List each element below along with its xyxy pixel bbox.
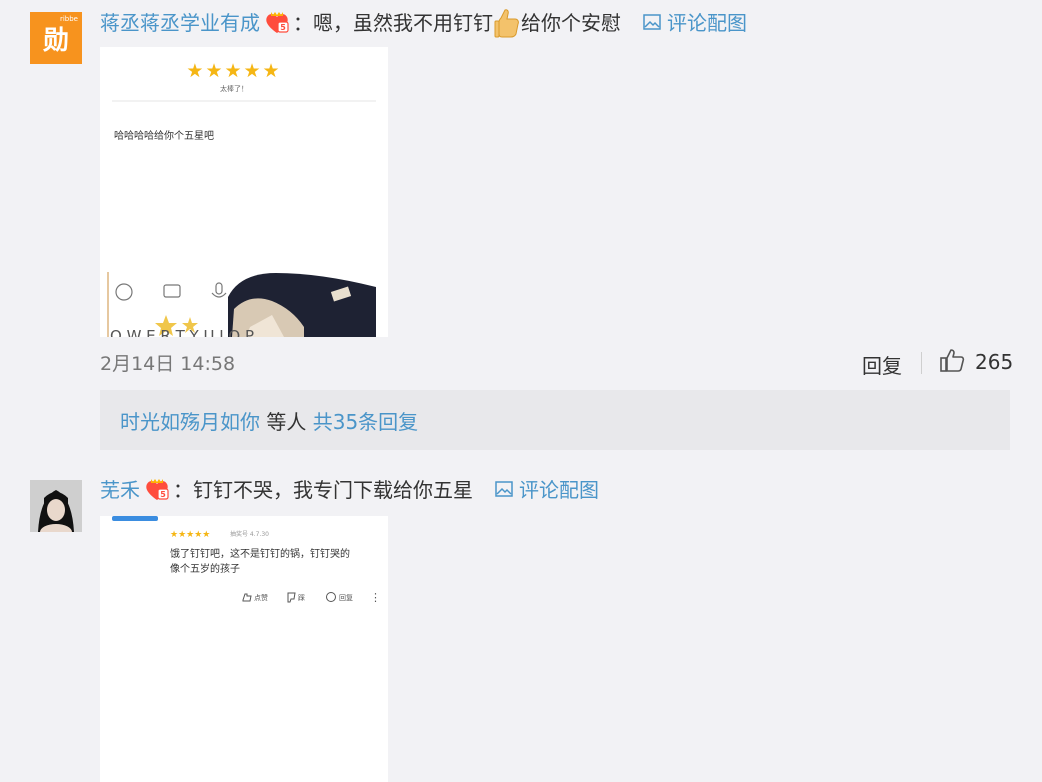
- comment-attached-image[interactable]: ★★★★★ 太棒了！ 哈哈哈哈给你个五星吧 Q W E R T Y U I O …: [100, 47, 388, 337]
- image-keyboard-row: Q W E R T Y U I O P: [110, 327, 254, 337]
- comment-header: 芜禾 5 ：钉钉不哭，我专门下载给你五星 评论配图: [100, 476, 599, 504]
- avatar-tiny-text: ribbe: [59, 15, 78, 23]
- image-review-text: 哈哈哈哈给你个五星吧: [114, 129, 214, 142]
- svg-text:5: 5: [160, 490, 166, 499]
- comment-text: ：嗯，虽然我不用钉钉: [293, 11, 493, 35]
- image-review-line2: 像个五岁的孩子: [170, 562, 240, 575]
- avatar[interactable]: 勋 ribbe: [30, 12, 82, 64]
- like-count: 265: [975, 350, 1014, 374]
- comment-image-link[interactable]: 评论配图: [495, 477, 599, 503]
- image-stars: ★★★★★: [186, 60, 281, 82]
- picture-icon: [643, 10, 661, 36]
- vip-heart-badge-icon: 5: [263, 9, 291, 37]
- comment-header: 蒋丞蒋丞学业有成 5 ：嗯，虽然我不用钉钉 给你个安慰 评论配图: [100, 8, 747, 38]
- comment-image-link-label: 评论配图: [667, 11, 747, 35]
- like-button[interactable]: 265: [939, 348, 1013, 376]
- comment-image-link-label: 评论配图: [519, 478, 599, 502]
- image-review-meta: 抽奖号 4.7.30: [230, 530, 269, 538]
- image-more: ⋮: [370, 591, 381, 604]
- comment-text-tail: 给你个安慰: [521, 11, 621, 35]
- comment-attached-image[interactable]: ★★★★★ 抽奖号 4.7.30 饿了钉钉吧，这不是钉钉的锅，钉钉哭的 像个五岁…: [100, 516, 388, 782]
- picture-icon: [495, 477, 513, 503]
- vip-heart-badge-icon: 5: [143, 476, 171, 504]
- avatar[interactable]: [30, 480, 82, 532]
- meta-divider: [921, 352, 922, 374]
- replies-middle-text: 等人: [260, 409, 313, 434]
- thumbs-up-emoji-icon: [494, 8, 520, 38]
- thumbs-up-icon: [939, 348, 965, 376]
- comment-timestamp: 2月14日 14:58: [100, 353, 236, 375]
- comment-image-link[interactable]: 评论配图: [643, 10, 747, 36]
- image-action-dislike: 踩: [298, 594, 305, 602]
- reply-button[interactable]: 回复: [862, 350, 902, 379]
- replies-summary[interactable]: 时光如殇月如你 等人 共35条回复: [100, 390, 1010, 450]
- image-rating-caption: 太棒了！: [220, 84, 248, 93]
- replies-total-link[interactable]: 共35条回复: [313, 410, 418, 434]
- image-stars: ★★★★★: [170, 530, 210, 540]
- comment-text: ：钉钉不哭，我专门下载给你五星: [173, 478, 473, 502]
- comment-username[interactable]: 蒋丞蒋丞学业有成: [100, 10, 260, 36]
- image-action-reply: 回复: [339, 593, 353, 602]
- image-action-like: 点赞: [254, 593, 268, 602]
- comment-username[interactable]: 芜禾: [100, 477, 140, 503]
- replies-summary-text: 时光如殇月如你 等人 共35条回复: [120, 406, 418, 435]
- comment-feed: 勋 ribbe 蒋丞蒋丞学业有成 5 ：嗯，虽然我不用钉钉 给你个安慰 评论配图…: [0, 0, 1042, 782]
- svg-text:5: 5: [280, 23, 286, 32]
- image-review-line1: 饿了钉钉吧，这不是钉钉的锅，钉钉哭的: [170, 547, 350, 560]
- reply-user-link[interactable]: 时光如殇月如你: [120, 410, 260, 434]
